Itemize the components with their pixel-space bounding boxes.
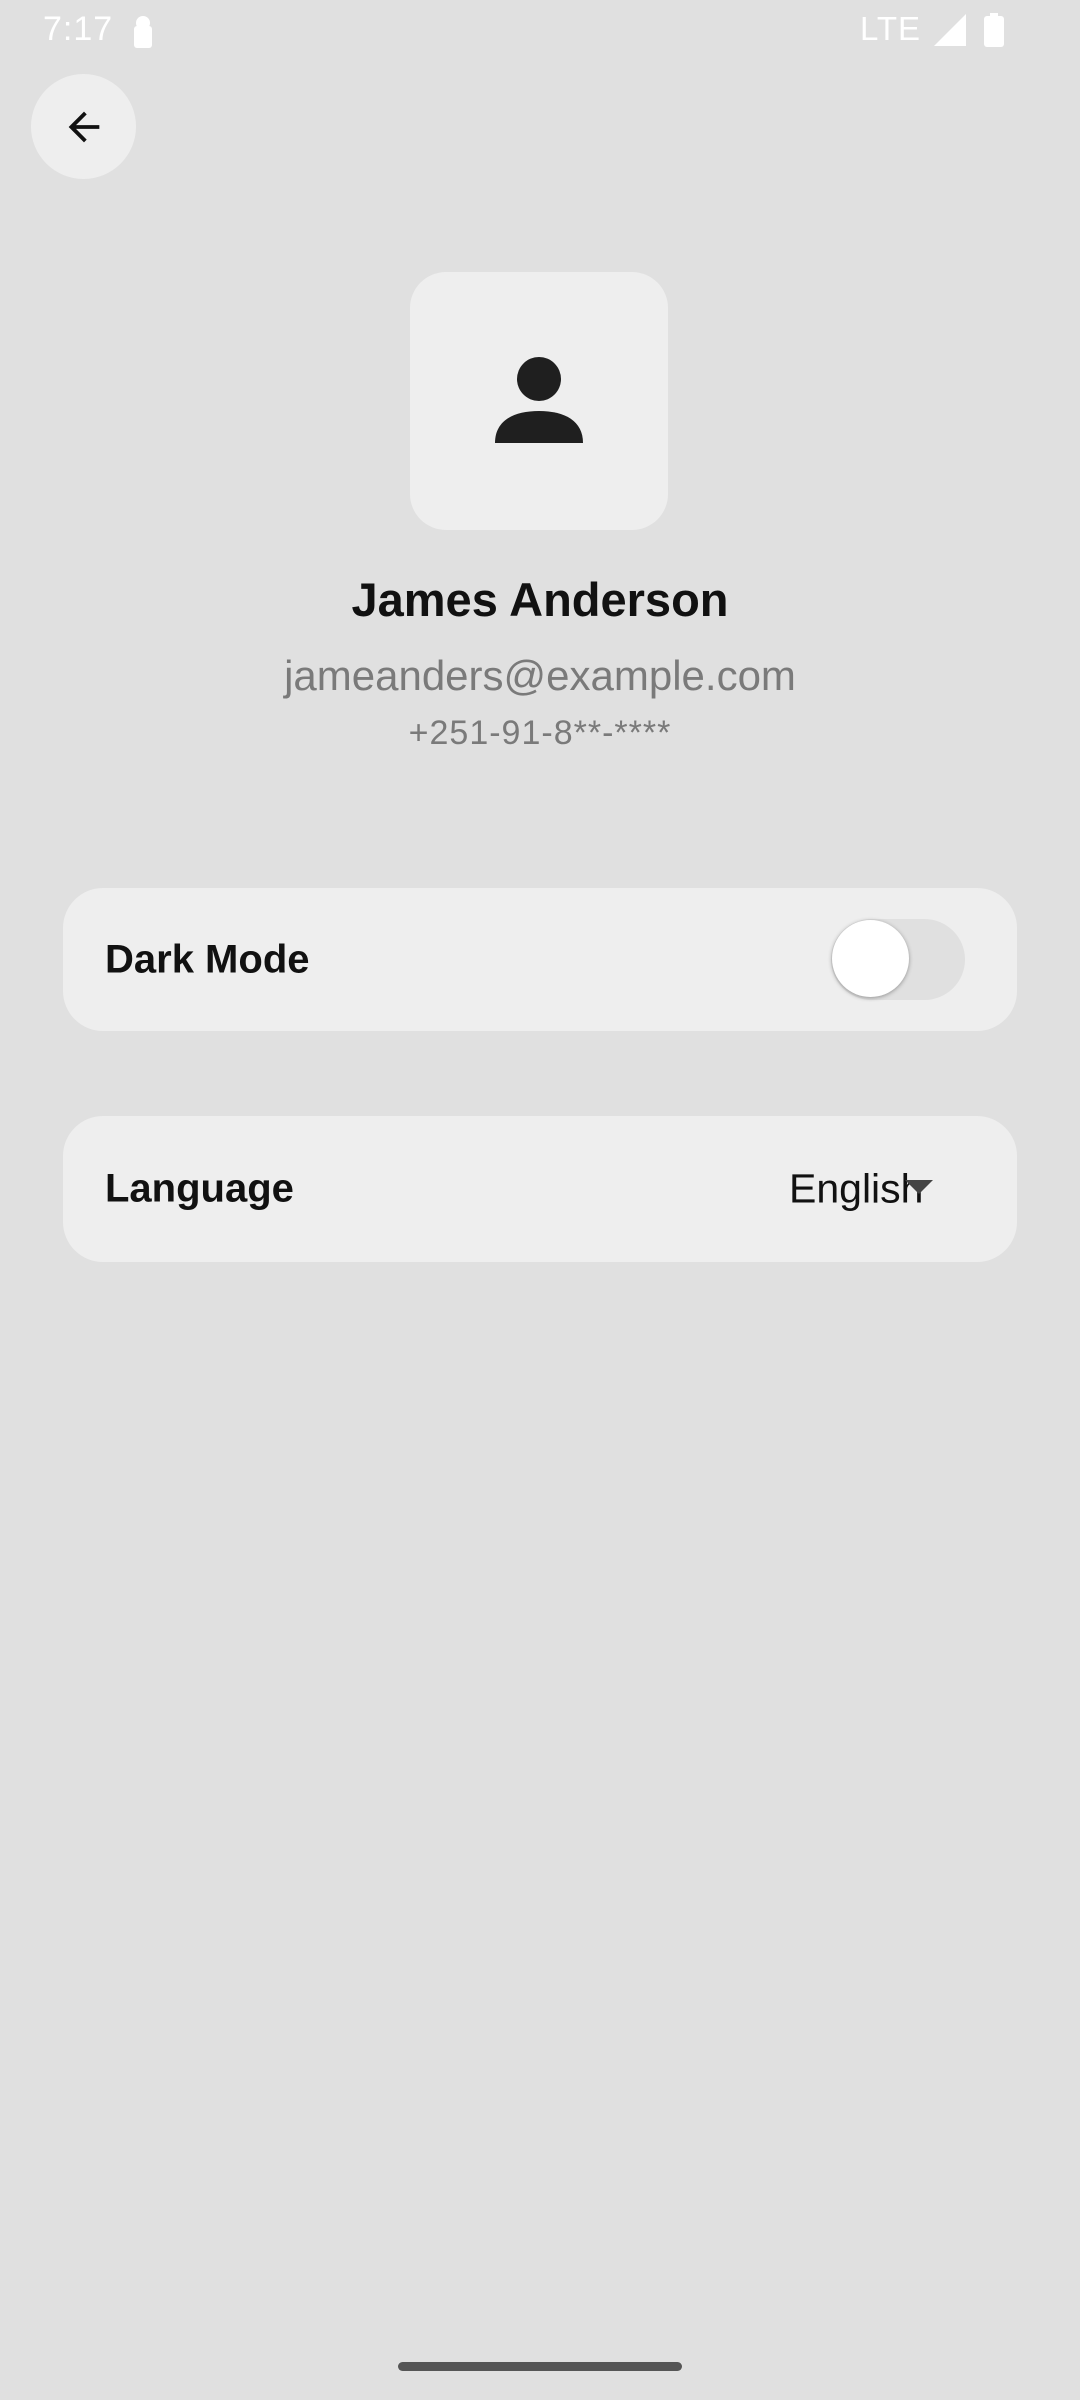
dark-mode-setting: Dark Mode bbox=[63, 888, 1017, 1031]
avatar bbox=[410, 272, 668, 530]
profile-phone: +251-91-8**-**** bbox=[408, 714, 672, 752]
home-indicator[interactable] bbox=[398, 2362, 682, 2371]
toggle-thumb bbox=[832, 920, 909, 997]
language-value: English bbox=[789, 1165, 924, 1212]
language-dropdown[interactable]: English bbox=[723, 1116, 983, 1262]
person-icon bbox=[495, 357, 583, 443]
profile-email: jameanders@example.com bbox=[284, 652, 796, 699]
language-label: Language bbox=[105, 1166, 294, 1211]
back-button[interactable] bbox=[31, 74, 136, 179]
status-time: 7:17 bbox=[43, 10, 114, 48]
dark-mode-toggle[interactable] bbox=[831, 919, 965, 1000]
dropdown-arrow-icon bbox=[905, 1180, 933, 1194]
dark-mode-label: Dark Mode bbox=[105, 937, 310, 981]
language-setting: Language English bbox=[63, 1116, 1017, 1262]
arrow-back-icon bbox=[68, 111, 99, 142]
status-bar: 7:17 LTE bbox=[0, 0, 1080, 62]
battery-icon bbox=[984, 13, 1004, 47]
profile-name: James Anderson bbox=[351, 573, 729, 626]
signal-icon bbox=[934, 14, 966, 46]
lock-icon bbox=[134, 16, 152, 48]
network-type: LTE bbox=[860, 10, 922, 47]
